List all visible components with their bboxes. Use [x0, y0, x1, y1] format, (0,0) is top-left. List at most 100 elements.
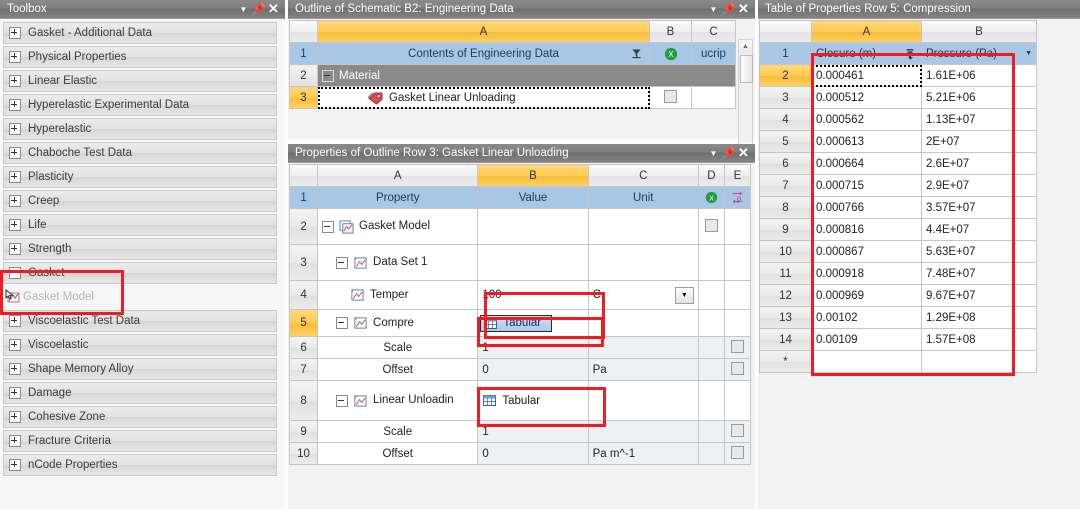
toolbox-group-viscoelastic[interactable]: Viscoelastic	[3, 334, 277, 356]
property-unit-cell[interactable]	[587, 420, 699, 443]
table-row[interactable]: 13 0.00102 1.29E+08	[759, 306, 1037, 329]
column-header-d[interactable]: D	[697, 164, 725, 187]
pressure-cell[interactable]: 5.21E+06	[921, 86, 1037, 109]
pressure-column-header[interactable]: Pressure (Pa) ▼	[921, 42, 1037, 65]
pin-icon[interactable]: 📌	[251, 1, 266, 18]
closure-cell[interactable]: 0.00102	[811, 306, 922, 329]
pressure-cell[interactable]: 1.61E+06	[921, 64, 1037, 87]
column-header-a[interactable]: A	[317, 20, 650, 43]
expand-icon[interactable]	[9, 75, 21, 87]
property-parameter-cell[interactable]	[723, 244, 752, 281]
expand-icon[interactable]	[9, 387, 21, 399]
closure-cell[interactable]: 0.000918	[811, 262, 922, 285]
closure-cell[interactable]: 0.000512	[811, 86, 922, 109]
checkbox[interactable]	[704, 218, 718, 232]
expand-icon[interactable]	[9, 147, 21, 159]
toolbox-group-hyperelastic-experimental-data[interactable]: Hyperelastic Experimental Data	[3, 94, 277, 116]
column-header-e[interactable]: E	[723, 164, 752, 187]
outline-material-group-row[interactable]: 2 Material	[289, 64, 736, 87]
property-value-cell[interactable]: 1	[477, 420, 589, 443]
column-header-c[interactable]: C	[587, 164, 699, 187]
property-parameter-cell[interactable]	[723, 280, 752, 310]
pin-icon[interactable]: 📌	[721, 145, 736, 162]
toolbox-group-fracture-criteria[interactable]: Fracture Criteria	[3, 430, 277, 452]
chevron-down-icon[interactable]: ▼	[236, 1, 251, 18]
table-row[interactable]: 7 0.000715 2.9E+07	[759, 174, 1037, 197]
pressure-cell[interactable]: 1.57E+08	[921, 328, 1037, 351]
property-source-cell[interactable]	[697, 420, 725, 443]
table-row[interactable]: 11 0.000918 7.48E+07	[759, 262, 1037, 285]
property-name-cell[interactable]: Temper	[317, 280, 479, 310]
table-row[interactable]: 6 0.000664 2.6E+07	[759, 152, 1037, 175]
toolbox-group-ncode-properties[interactable]: nCode Properties	[3, 454, 277, 476]
property-parameter-cell[interactable]	[723, 208, 752, 245]
collapse-icon[interactable]	[322, 69, 334, 82]
toolbox-group-gasket-additional-data[interactable]: Gasket - Additional Data	[3, 22, 277, 44]
property-source-cell[interactable]	[697, 208, 725, 245]
chevron-down-icon[interactable]: ▼	[706, 145, 721, 162]
property-name-cell[interactable]: Offset	[317, 358, 479, 381]
expand-icon[interactable]	[9, 339, 21, 351]
expand-icon[interactable]	[9, 51, 21, 63]
pressure-cell[interactable]: 1.13E+07	[921, 108, 1037, 131]
property-name-cell[interactable]: Data Set 1	[317, 244, 479, 281]
property-row-gasket-model[interactable]: 2 Gasket Model	[288, 208, 752, 245]
property-row-offset-1[interactable]: 7 Offset 0 Pa	[288, 358, 752, 381]
expand-icon[interactable]	[9, 195, 21, 207]
column-header-b[interactable]: B	[477, 164, 589, 187]
property-parameter-cell[interactable]	[723, 336, 752, 359]
expand-icon[interactable]	[9, 411, 21, 423]
collapse-icon[interactable]	[336, 256, 349, 269]
property-value-cell[interactable]	[477, 208, 589, 245]
property-source-cell[interactable]	[697, 336, 725, 359]
property-value-cell[interactable]: 0	[477, 442, 589, 465]
column-header-a[interactable]: A	[811, 20, 922, 43]
scroll-up-arrow-icon[interactable]: ▲	[739, 40, 752, 53]
property-parameter-cell[interactable]	[723, 358, 752, 381]
toolbox-group-shape-memory-alloy[interactable]: Shape Memory Alloy	[3, 358, 277, 380]
table-row[interactable]: 10 0.000867 5.63E+07	[759, 240, 1037, 263]
outline-material-row[interactable]: 3 Gasket Linear Unloading	[289, 86, 736, 109]
property-value-cell[interactable]	[477, 244, 589, 281]
toolbox-group-physical-properties[interactable]: Physical Properties	[3, 46, 277, 68]
property-row-scale-1[interactable]: 6 Scale 1	[288, 336, 752, 359]
property-name-cell[interactable]: Offset	[317, 442, 479, 465]
toolbox-group-hyperelastic[interactable]: Hyperelastic	[3, 118, 277, 140]
outline-row-description-cell[interactable]	[691, 86, 736, 109]
property-name-cell[interactable]: Scale	[317, 420, 479, 443]
collapse-icon[interactable]	[336, 394, 349, 407]
column-header-c[interactable]: C	[691, 20, 736, 43]
property-unit-cell[interactable]	[587, 309, 699, 337]
pressure-cell-empty[interactable]	[921, 350, 1037, 373]
table-row[interactable]: 3 0.000512 5.21E+06	[759, 86, 1037, 109]
temperature-value-input[interactable]: 100	[477, 280, 589, 310]
material-group-cell[interactable]: Material	[317, 64, 736, 87]
closure-cell[interactable]: 0.00109	[811, 328, 922, 351]
property-parameter-cell[interactable]	[723, 420, 752, 443]
linear-unloading-value-cell[interactable]: Tabular	[477, 380, 589, 421]
property-unit-cell[interactable]	[587, 208, 699, 245]
property-parameter-cell[interactable]	[723, 380, 752, 421]
expand-icon[interactable]	[9, 435, 21, 447]
column-header-a[interactable]: A	[317, 164, 479, 187]
pin-icon[interactable]: 📌	[721, 1, 736, 18]
property-source-cell[interactable]	[697, 442, 725, 465]
pressure-cell[interactable]: 2.6E+07	[921, 152, 1037, 175]
tabular-button-compression[interactable]: Tabular	[480, 314, 553, 332]
pressure-cell[interactable]: 3.57E+07	[921, 196, 1037, 219]
property-unit-cell[interactable]	[587, 244, 699, 281]
property-name-cell[interactable]: Gasket Model	[317, 208, 479, 245]
toolbox-group-cohesive-zone[interactable]: Cohesive Zone	[3, 406, 277, 428]
closure-cell[interactable]: 0.000969	[811, 284, 922, 307]
toolbox-group-viscoelastic-test-data[interactable]: Viscoelastic Test Data	[3, 310, 277, 332]
toolbox-group-chaboche-test-data[interactable]: Chaboche Test Data	[3, 142, 277, 164]
property-name-cell[interactable]: Compre	[317, 309, 479, 337]
unit-dropdown-button[interactable]: ▼	[674, 286, 694, 304]
property-parameter-cell[interactable]	[723, 309, 752, 337]
property-row-compression[interactable]: 5 Compre Tabular	[288, 309, 752, 337]
toolbox-group-gasket[interactable]: Gasket	[3, 262, 277, 284]
compression-value-cell[interactable]: Tabular	[477, 309, 589, 337]
property-row-temperature[interactable]: 4 Temper 100 C ▼	[288, 280, 752, 310]
tabular-button-linear-unloading[interactable]: Tabular	[480, 392, 550, 409]
closure-cell[interactable]: 0.000867	[811, 240, 922, 263]
